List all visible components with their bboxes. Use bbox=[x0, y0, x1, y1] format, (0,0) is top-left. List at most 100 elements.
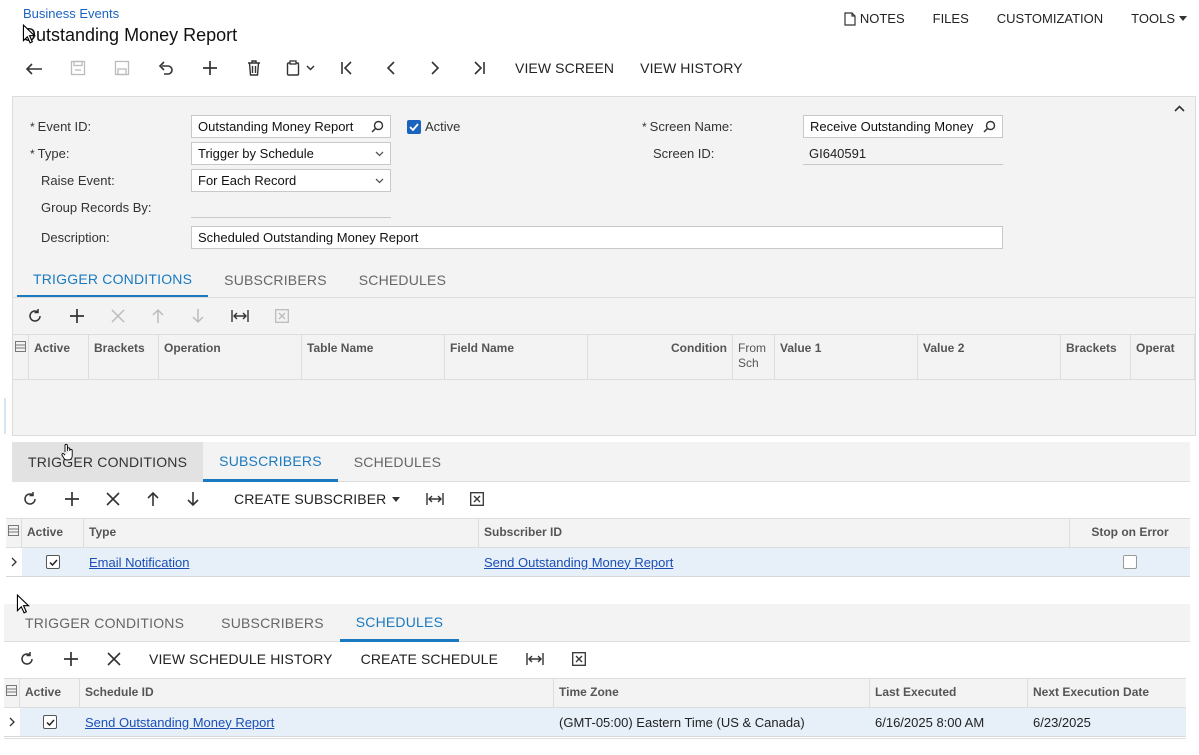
refresh-icon[interactable] bbox=[19, 651, 35, 667]
arrow-up-icon[interactable] bbox=[146, 491, 160, 507]
tools-button[interactable]: TOOLS bbox=[1131, 11, 1187, 26]
arrow-up-icon[interactable] bbox=[151, 308, 165, 324]
save-close-button[interactable] bbox=[66, 56, 90, 80]
row-active-checkbox[interactable] bbox=[20, 708, 80, 736]
view-history-button[interactable]: VIEW HISTORY bbox=[640, 60, 743, 76]
close-icon[interactable] bbox=[107, 652, 121, 666]
column-settings-icon[interactable] bbox=[4, 679, 20, 707]
column-settings-icon[interactable] bbox=[13, 335, 29, 379]
col-next-execution[interactable]: Next Execution Date bbox=[1028, 679, 1186, 707]
table-row[interactable]: Send Outstanding Money Report (GMT-05:00… bbox=[4, 708, 1186, 737]
previous-record-button[interactable] bbox=[379, 56, 403, 80]
copy-paste-button[interactable] bbox=[286, 56, 315, 80]
row-schedule-id-link[interactable]: Send Outstanding Money Report bbox=[80, 708, 554, 736]
col-value-2[interactable]: Value 2 bbox=[918, 335, 1061, 379]
close-icon[interactable] bbox=[111, 309, 125, 323]
row-active-checkbox[interactable] bbox=[22, 548, 84, 576]
create-schedule-button[interactable]: CREATE SCHEDULE bbox=[361, 651, 498, 667]
search-icon[interactable] bbox=[983, 120, 996, 133]
col-active[interactable]: Active bbox=[22, 519, 84, 547]
files-button[interactable]: FILES bbox=[933, 11, 969, 26]
last-record-button[interactable] bbox=[467, 56, 491, 80]
back-arrow-icon bbox=[25, 63, 42, 75]
add-button[interactable] bbox=[198, 56, 222, 80]
type-label: * Type: bbox=[30, 146, 70, 161]
tab-subscribers[interactable]: SUBSCRIBERS bbox=[205, 604, 340, 642]
plus-icon[interactable] bbox=[64, 491, 80, 507]
col-brackets[interactable]: Brackets bbox=[89, 335, 159, 379]
expand-row-button[interactable] bbox=[4, 708, 20, 736]
plus-icon[interactable] bbox=[69, 308, 85, 324]
last-icon bbox=[474, 61, 485, 75]
col-table-name[interactable]: Table Name bbox=[302, 335, 445, 379]
row-type-link[interactable]: Email Notification bbox=[84, 548, 479, 576]
col-active[interactable]: Active bbox=[20, 679, 80, 707]
col-field-name[interactable]: Field Name bbox=[445, 335, 588, 379]
undo-button[interactable] bbox=[154, 56, 178, 80]
view-screen-button[interactable]: VIEW SCREEN bbox=[515, 60, 614, 76]
col-operator[interactable]: Operat bbox=[1131, 335, 1195, 379]
undo-icon bbox=[158, 61, 173, 75]
excel-export-icon[interactable] bbox=[275, 309, 289, 323]
plus-icon[interactable] bbox=[63, 651, 79, 667]
column-settings-icon[interactable] bbox=[6, 519, 22, 547]
col-stop-on-error[interactable]: Stop on Error bbox=[1070, 519, 1190, 547]
tab-schedules[interactable]: SCHEDULES bbox=[338, 442, 457, 482]
event-id-field[interactable]: Outstanding Money Report bbox=[191, 115, 391, 138]
expand-row-button[interactable] bbox=[6, 548, 22, 576]
tab-schedules[interactable]: SCHEDULES bbox=[343, 262, 462, 298]
create-subscriber-button[interactable]: CREATE SUBSCRIBER bbox=[234, 491, 401, 507]
tab-schedules[interactable]: SCHEDULES bbox=[339, 604, 460, 642]
collapse-icon[interactable] bbox=[1174, 105, 1185, 112]
group-records-field[interactable] bbox=[191, 195, 391, 218]
fit-columns-icon[interactable] bbox=[426, 492, 445, 506]
search-icon[interactable] bbox=[371, 120, 384, 133]
col-last-executed[interactable]: Last Executed bbox=[870, 679, 1028, 707]
close-icon[interactable] bbox=[106, 492, 120, 506]
notes-button[interactable]: NOTES bbox=[844, 11, 905, 26]
arrow-down-icon[interactable] bbox=[186, 491, 200, 507]
breadcrumb[interactable]: Business Events bbox=[23, 6, 119, 21]
table-row[interactable]: Email Notification Send Outstanding Mone… bbox=[6, 548, 1190, 577]
excel-export-icon[interactable] bbox=[572, 652, 586, 666]
main-toolbar: VIEW SCREEN VIEW HISTORY bbox=[22, 56, 743, 80]
raise-event-select[interactable]: For Each Record bbox=[191, 169, 391, 192]
tab-trigger-conditions[interactable]: TRIGGER CONDITIONS bbox=[4, 604, 205, 642]
col-active[interactable]: Active bbox=[29, 335, 89, 379]
checkbox-checked-icon bbox=[407, 119, 421, 134]
refresh-icon[interactable] bbox=[27, 308, 43, 324]
form-panel: * Event ID: Outstanding Money Report Acti… bbox=[12, 96, 1196, 436]
tab-subscribers[interactable]: SUBSCRIBERS bbox=[208, 262, 343, 298]
view-schedule-history-button[interactable]: VIEW SCHEDULE HISTORY bbox=[149, 651, 333, 667]
col-condition[interactable]: Condition bbox=[588, 335, 733, 379]
fit-columns-icon[interactable] bbox=[231, 309, 249, 323]
col-time-zone[interactable]: Time Zone bbox=[554, 679, 870, 707]
col-value-1[interactable]: Value 1 bbox=[775, 335, 918, 379]
col-operation[interactable]: Operation bbox=[159, 335, 302, 379]
row-stop-on-error-checkbox[interactable] bbox=[1070, 548, 1190, 576]
col-type[interactable]: Type bbox=[84, 519, 479, 547]
back-button[interactable] bbox=[22, 56, 46, 80]
customization-button[interactable]: CUSTOMIZATION bbox=[997, 11, 1103, 26]
refresh-icon[interactable] bbox=[22, 491, 38, 507]
delete-button[interactable] bbox=[242, 56, 266, 80]
tab-trigger-conditions[interactable]: TRIGGER CONDITIONS bbox=[12, 442, 204, 482]
description-field[interactable]: Scheduled Outstanding Money Report bbox=[191, 226, 1003, 249]
mouse-cursor-icon bbox=[22, 24, 36, 44]
tab-subscribers[interactable]: SUBSCRIBERS bbox=[203, 442, 338, 482]
save-button[interactable] bbox=[110, 56, 134, 80]
row-subscriber-id-link[interactable]: Send Outstanding Money Report bbox=[479, 548, 1070, 576]
arrow-down-icon[interactable] bbox=[191, 308, 205, 324]
first-record-button[interactable] bbox=[335, 56, 359, 80]
fit-columns-icon[interactable] bbox=[526, 652, 544, 666]
col-from-schema[interactable]: From Sch bbox=[733, 335, 775, 379]
col-schedule-id[interactable]: Schedule ID bbox=[80, 679, 554, 707]
screen-name-field[interactable]: Receive Outstanding Money bbox=[803, 115, 1003, 138]
tab-trigger-conditions[interactable]: TRIGGER CONDITIONS bbox=[17, 262, 209, 298]
col-subscriber-id[interactable]: Subscriber ID bbox=[479, 519, 1070, 547]
excel-export-icon[interactable] bbox=[470, 492, 485, 506]
next-record-button[interactable] bbox=[423, 56, 447, 80]
active-checkbox[interactable]: Active bbox=[407, 119, 460, 134]
type-select[interactable]: Trigger by Schedule bbox=[191, 142, 391, 165]
col-brackets-close[interactable]: Brackets bbox=[1061, 335, 1131, 379]
